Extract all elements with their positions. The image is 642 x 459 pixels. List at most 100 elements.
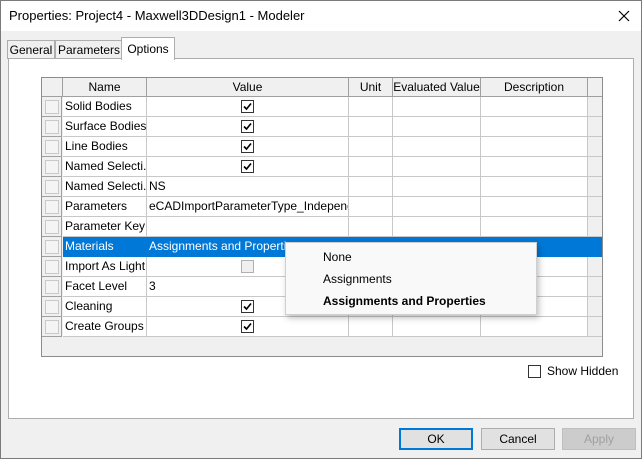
table-row[interactable]: Named Selecti... (42, 157, 602, 177)
evaluated-value-cell (393, 177, 481, 197)
unit-cell (349, 137, 393, 157)
description-cell (481, 157, 588, 177)
row-header[interactable] (42, 277, 62, 297)
checkmark-icon (243, 162, 252, 171)
row-filler (588, 117, 602, 137)
name-cell: Surface Bodies (63, 117, 147, 137)
checkmark-icon (243, 322, 252, 331)
row-header[interactable] (42, 297, 62, 317)
cancel-button[interactable]: Cancel (481, 428, 555, 450)
table-row[interactable]: Parameter Key (42, 217, 602, 237)
table-row[interactable]: Named Selecti... NS (42, 177, 602, 197)
column-header-filler (588, 78, 602, 97)
row-filler (588, 197, 602, 217)
evaluated-value-cell (393, 157, 481, 177)
checkmark-icon (243, 302, 252, 311)
description-cell (481, 137, 588, 157)
value-checkbox[interactable] (241, 100, 254, 113)
unit-cell (349, 317, 393, 337)
value-cell[interactable]: eCADImportParameterType_Independent (147, 197, 349, 217)
table-row[interactable]: Parameters eCADImportParameterType_Indepe… (42, 197, 602, 217)
unit-cell (349, 217, 393, 237)
apply-button[interactable]: Apply (562, 428, 636, 450)
dropdown-option-none[interactable]: None (323, 246, 352, 268)
column-header-evaluated-value[interactable]: Evaluated Value (393, 78, 481, 97)
column-header-unit[interactable]: Unit (349, 78, 393, 97)
row-filler (588, 177, 602, 197)
row-header[interactable] (42, 217, 62, 237)
description-cell (481, 217, 588, 237)
tab-parameters[interactable]: Parameters (55, 40, 123, 59)
name-cell: Named Selecti... (63, 177, 147, 197)
checkmark-icon (243, 122, 252, 131)
name-cell: Parameters (63, 197, 147, 217)
row-filler (588, 157, 602, 177)
table-row[interactable]: Line Bodies (42, 137, 602, 157)
row-header[interactable] (42, 317, 62, 337)
value-checkbox[interactable] (241, 260, 254, 273)
show-hidden-checkbox[interactable]: Show Hidden (528, 364, 618, 378)
name-cell: Materials (63, 237, 147, 257)
value-checkbox[interactable] (241, 120, 254, 133)
table-row[interactable]: Surface Bodies (42, 117, 602, 137)
value-checkbox[interactable] (241, 300, 254, 313)
evaluated-value-cell (393, 197, 481, 217)
row-header[interactable] (42, 117, 62, 137)
row-header[interactable] (42, 177, 62, 197)
row-filler (588, 217, 602, 237)
name-cell: Line Bodies (63, 137, 147, 157)
row-filler (588, 137, 602, 157)
row-header-corner (42, 78, 63, 97)
name-cell: Parameter Key (63, 217, 147, 237)
dropdown-option-assignments[interactable]: Assignments (323, 268, 392, 290)
evaluated-value-cell (393, 97, 481, 117)
name-cell: Facet Level (63, 277, 147, 297)
description-cell (481, 97, 588, 117)
ok-button[interactable]: OK (399, 428, 473, 450)
materials-dropdown-list[interactable]: None Assignments Assignments and Propert… (285, 242, 537, 315)
checkmark-icon (243, 142, 252, 151)
row-header[interactable] (42, 157, 62, 177)
name-cell: Import As Light... (63, 257, 147, 277)
table-row[interactable]: Solid Bodies (42, 97, 602, 117)
row-header[interactable] (42, 237, 62, 257)
tab-general[interactable]: General (7, 40, 55, 59)
properties-grid: Name Value Unit Evaluated Value Descript… (41, 77, 603, 357)
value-cell[interactable] (147, 217, 349, 237)
description-cell (481, 117, 588, 137)
name-cell: Create Groups ... (63, 317, 147, 337)
tab-options[interactable]: Options (121, 37, 175, 60)
name-cell: Cleaning (63, 297, 147, 317)
unit-cell (349, 117, 393, 137)
value-checkbox[interactable] (241, 320, 254, 333)
properties-dialog: Properties: Project4 - Maxwell3DDesign1 … (0, 0, 642, 459)
row-filler (588, 97, 602, 117)
row-filler (588, 257, 602, 277)
evaluated-value-cell (393, 217, 481, 237)
row-header[interactable] (42, 137, 62, 157)
evaluated-value-cell (393, 137, 481, 157)
row-filler (588, 237, 602, 257)
value-checkbox[interactable] (241, 160, 254, 173)
value-checkbox[interactable] (241, 140, 254, 153)
close-button[interactable] (613, 5, 635, 27)
row-header[interactable] (42, 197, 62, 217)
row-header[interactable] (42, 257, 62, 277)
value-cell[interactable]: NS (147, 177, 349, 197)
title-bar: Properties: Project4 - Maxwell3DDesign1 … (1, 1, 641, 31)
name-cell: Named Selecti... (63, 157, 147, 177)
row-header[interactable] (42, 97, 62, 117)
show-hidden-label: Show Hidden (547, 364, 619, 378)
row-filler (588, 297, 602, 317)
column-header-description[interactable]: Description (481, 78, 588, 97)
description-cell (481, 177, 588, 197)
window-title: Properties: Project4 - Maxwell3DDesign1 … (9, 8, 305, 23)
column-header-name[interactable]: Name (63, 78, 147, 97)
column-header-value[interactable]: Value (147, 78, 349, 97)
checkmark-icon (243, 102, 252, 111)
unit-cell (349, 157, 393, 177)
unit-cell (349, 197, 393, 217)
table-row[interactable]: Create Groups ... (42, 317, 602, 337)
dropdown-option-assignments-and-properties[interactable]: Assignments and Properties (323, 290, 486, 312)
show-hidden-box[interactable] (528, 364, 541, 378)
